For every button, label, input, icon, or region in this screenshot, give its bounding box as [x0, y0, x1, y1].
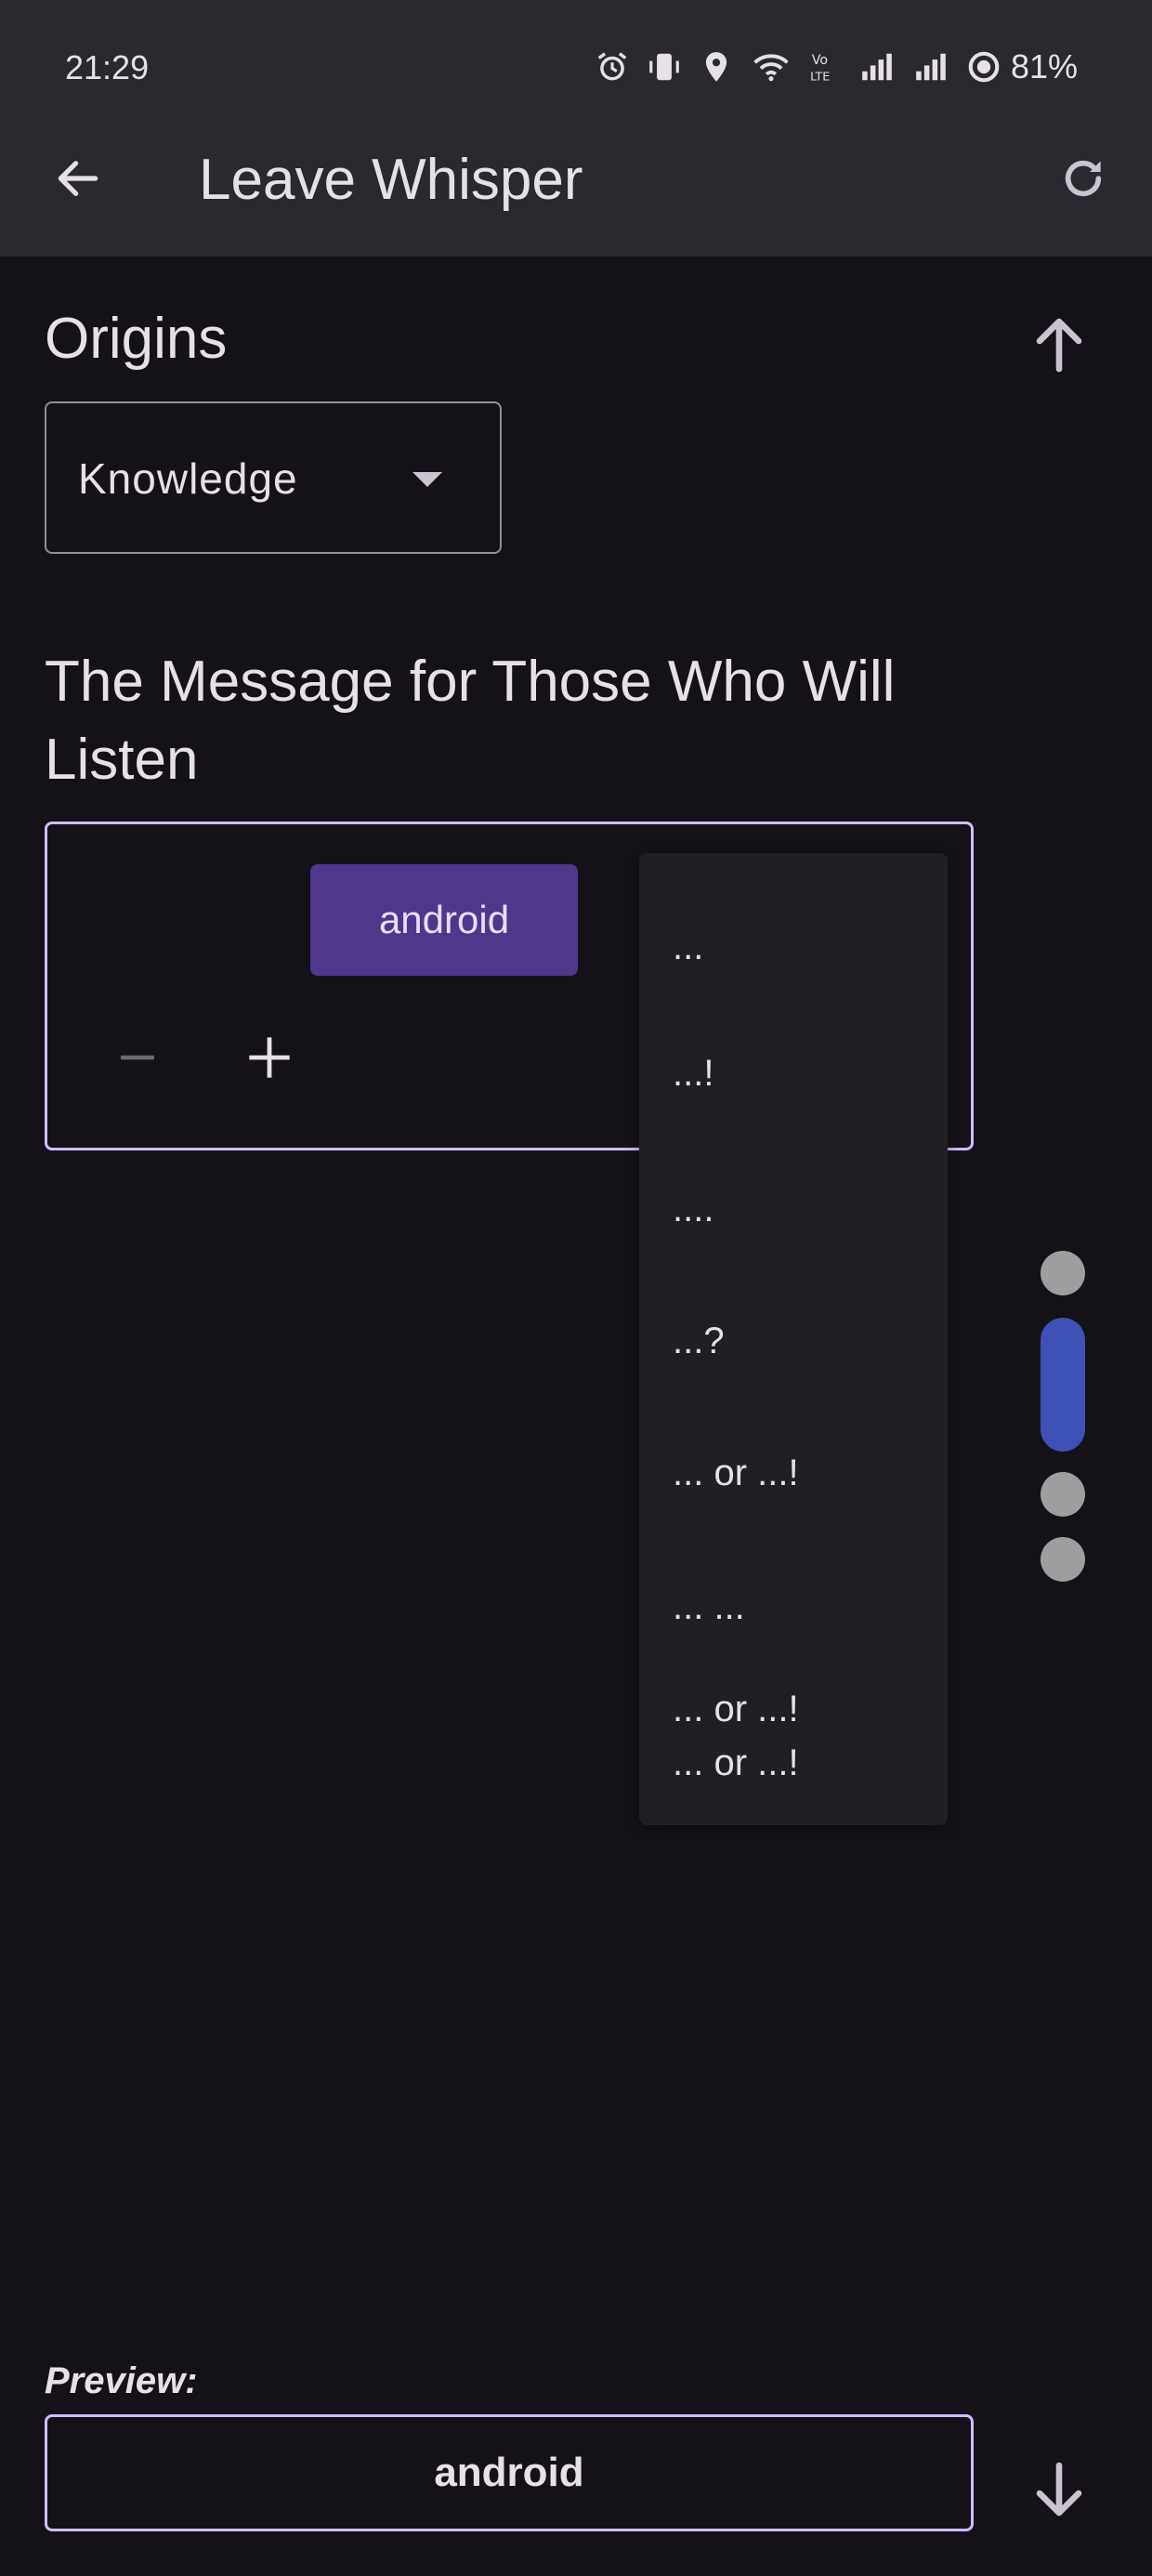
origins-label: Origins: [45, 307, 228, 371]
vibrate-icon: [649, 53, 679, 81]
battery-percent: 81%: [1010, 47, 1078, 85]
origins-dropdown[interactable]: Knowledge: [45, 401, 502, 554]
status-bar: 21:29 Vo LTE 81%: [0, 0, 1152, 139]
wifi-icon: [753, 54, 789, 82]
back-button[interactable]: [45, 145, 111, 212]
menu-item[interactable]: ... or ...!: [673, 1736, 799, 1790]
page-dot[interactable]: [1041, 1251, 1085, 1295]
page-dot-active[interactable]: [1041, 1318, 1085, 1452]
page-title: Leave Whisper: [199, 148, 583, 212]
location-icon: [705, 52, 727, 82]
page-dot[interactable]: [1041, 1537, 1085, 1582]
scroll-up-button[interactable]: [1022, 307, 1096, 381]
arrow-up-icon: [1036, 318, 1082, 373]
signal-icon: [916, 53, 946, 81]
menu-item[interactable]: ....: [673, 1182, 713, 1236]
arrow-back-icon: [58, 161, 98, 196]
template-menu: ... ...! .... ...? ... or ...! ... ... .…: [639, 853, 948, 1825]
scroll-down-button[interactable]: [1022, 2453, 1096, 2528]
arrow-down-icon: [1036, 2462, 1082, 2517]
word-chip[interactable]: android: [310, 864, 578, 976]
plus-icon: [249, 1037, 290, 1078]
menu-item[interactable]: ... ...: [673, 1580, 745, 1634]
refresh-icon: [1065, 160, 1102, 197]
preview-box: android: [45, 2414, 974, 2531]
minus-icon: [121, 1055, 154, 1060]
dropdown-arrow-icon: [412, 472, 442, 487]
menu-item[interactable]: ... or ...!: [673, 1446, 799, 1500]
menu-item[interactable]: ...!: [673, 1046, 713, 1100]
status-time: 21:29: [65, 48, 150, 86]
menu-item[interactable]: ...: [673, 920, 703, 974]
svg-text:LTE: LTE: [810, 69, 830, 83]
battery-ring-icon: [968, 51, 1000, 83]
menu-item[interactable]: ... or ...!: [673, 1682, 799, 1736]
status-icons: Vo LTE 81%: [595, 46, 1078, 87]
refresh-button[interactable]: [1050, 145, 1117, 212]
svg-text:Vo: Vo: [812, 53, 828, 68]
add-word-button[interactable]: [234, 1022, 305, 1093]
page-dot[interactable]: [1041, 1472, 1085, 1517]
menu-item[interactable]: ...?: [673, 1314, 725, 1368]
volte-icon: VoLTE: [810, 53, 830, 83]
origins-selected-value: Knowledge: [78, 454, 298, 503]
preview-label: Preview:: [45, 2360, 198, 2401]
signal-icon: [862, 53, 892, 81]
message-label: The Message for Those Who Will Listen: [45, 650, 896, 792]
remove-word-button[interactable]: [102, 1022, 173, 1093]
alarm-icon: [597, 52, 627, 81]
